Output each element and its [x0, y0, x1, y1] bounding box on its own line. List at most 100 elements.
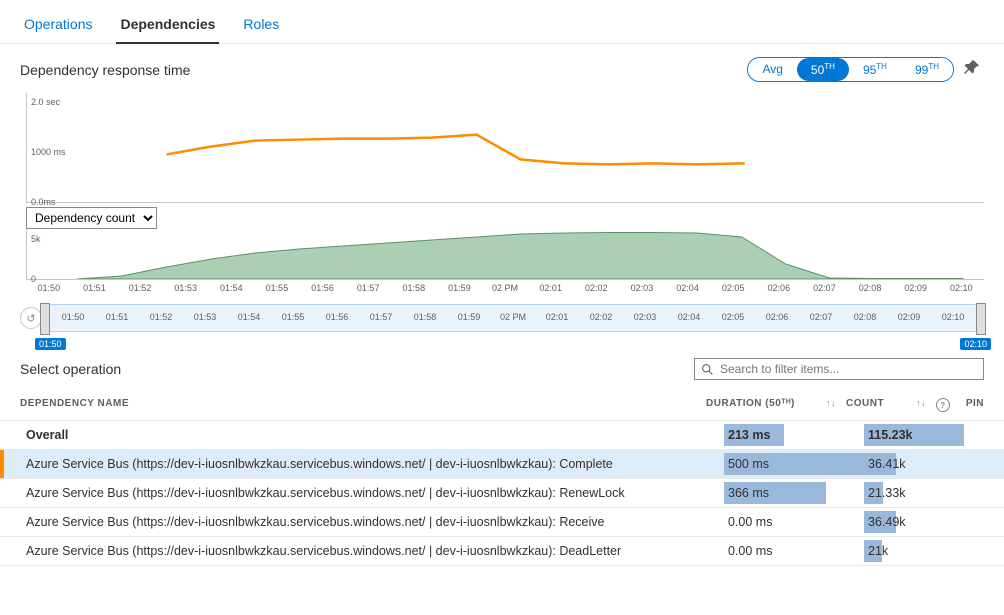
response-time-chart[interactable]: 2.0 sec 1000 ms 0.0ms	[26, 93, 984, 203]
selection-indicator	[0, 450, 4, 478]
duration-cell: 0.00 ms	[724, 544, 864, 558]
x-tick: 02:04	[667, 312, 711, 322]
x-tick: 01:50	[51, 312, 95, 322]
x-tick: 01:53	[163, 283, 209, 293]
x-tick: 02:01	[528, 283, 574, 293]
table-row[interactable]: Azure Service Bus (https://dev-i-iuosnlb…	[0, 450, 1004, 479]
x-tick: 02:02	[574, 283, 620, 293]
search-icon	[701, 363, 714, 376]
count-cell: 36.49k	[864, 515, 964, 529]
chart-header: Dependency response time Avg 50TH 95TH 9…	[0, 44, 1004, 87]
x-tick: 01:50	[26, 283, 72, 293]
x-tick: 01:57	[345, 283, 391, 293]
x-tick: 01:55	[254, 283, 300, 293]
percentile-toggle: Avg 50TH 95TH 99TH	[747, 57, 954, 82]
dep-name: Azure Service Bus (https://dev-i-iuosnlb…	[16, 515, 724, 529]
count-cell: 115.23k	[864, 428, 964, 442]
x-tick: 02:01	[535, 312, 579, 322]
x-tick: 02:08	[847, 283, 893, 293]
range-start-label: 01:50	[35, 338, 66, 350]
x-tick: 02:07	[799, 312, 843, 322]
range-end-label: 02:10	[960, 338, 991, 350]
line-path	[27, 93, 984, 202]
table-row[interactable]: Azure Service Bus (https://dev-i-iuosnlb…	[0, 508, 1004, 537]
table-row[interactable]: Azure Service Bus (https://dev-i-iuosnlb…	[0, 537, 1004, 566]
x-tick: 02:08	[843, 312, 887, 322]
count-chart[interactable]: 5k 0	[26, 229, 984, 279]
x-tick: 02:06	[756, 283, 802, 293]
count-cell: 36.41k	[864, 457, 964, 471]
x-axis: 01:5001:5101:5201:5301:5401:5501:5601:57…	[26, 279, 984, 296]
tab-operations[interactable]: Operations	[20, 10, 96, 43]
page-title: Dependency response time	[20, 62, 190, 78]
x-tick: 01:56	[300, 283, 346, 293]
pin-icon[interactable]	[960, 56, 984, 83]
range-handle-start[interactable]: 01:50	[40, 303, 50, 335]
x-tick: 01:55	[271, 312, 315, 322]
time-range-selector[interactable]: ↺ 01:5001:5101:5201:5301:5401:5501:5601:…	[20, 300, 984, 336]
x-tick: 02:05	[710, 283, 756, 293]
history-icon[interactable]: ↺	[20, 307, 42, 329]
count-dropdown[interactable]: Dependency count	[26, 207, 157, 229]
count-cell: 21k	[864, 544, 964, 558]
count-select[interactable]: Dependency count	[26, 207, 984, 229]
x-tick: 01:51	[72, 283, 118, 293]
x-tick: 01:52	[117, 283, 163, 293]
dep-name: Azure Service Bus (https://dev-i-iuosnlb…	[16, 544, 724, 558]
x-tick: 02:05	[711, 312, 755, 322]
x-tick: 01:58	[391, 283, 437, 293]
sort-icon[interactable]: ↑↓	[916, 398, 936, 412]
x-tick: 02 PM	[482, 283, 528, 293]
range-handle-end[interactable]: 02:10	[976, 303, 986, 335]
x-tick: 01:53	[183, 312, 227, 322]
duration-cell: 213 ms	[724, 428, 864, 442]
x-tick: 02:02	[579, 312, 623, 322]
sort-icon[interactable]: ↑↓	[826, 398, 846, 412]
x-tick: 01:57	[359, 312, 403, 322]
x-tick: 01:52	[139, 312, 183, 322]
x-tick: 02:04	[665, 283, 711, 293]
x-tick: 01:58	[403, 312, 447, 322]
table-header: DEPENDENCY NAME DURATION (50ᵀᴴ) ↑↓ COUNT…	[0, 388, 1004, 421]
dep-name: Overall	[16, 428, 724, 442]
help-icon[interactable]: ?	[936, 398, 950, 412]
x-tick: 01:51	[95, 312, 139, 322]
pill-50[interactable]: 50TH	[797, 58, 849, 81]
x-tick: 01:56	[315, 312, 359, 322]
x-tick: 02:10	[931, 312, 975, 322]
table-row[interactable]: Overall213 ms115.23k	[0, 421, 1004, 450]
tab-dependencies[interactable]: Dependencies	[116, 10, 219, 44]
table-row[interactable]: Azure Service Bus (https://dev-i-iuosnlb…	[0, 479, 1004, 508]
duration-cell: 0.00 ms	[724, 515, 864, 529]
x-tick: 02:09	[893, 283, 939, 293]
tab-roles[interactable]: Roles	[239, 10, 283, 43]
x-tick: 02:03	[619, 283, 665, 293]
x-tick: 01:54	[227, 312, 271, 322]
x-tick: 02:07	[802, 283, 848, 293]
search-box[interactable]	[694, 358, 984, 380]
range-track[interactable]: 01:5001:5101:5201:5301:5401:5501:5601:57…	[44, 304, 982, 332]
chart-area: 2.0 sec 1000 ms 0.0ms Dependency count 5…	[0, 93, 1004, 336]
select-op-title: Select operation	[20, 361, 121, 377]
x-tick: 01:54	[209, 283, 255, 293]
col-name[interactable]: DEPENDENCY NAME	[20, 398, 706, 412]
search-input[interactable]	[720, 362, 977, 376]
x-tick: 02 PM	[491, 312, 535, 322]
duration-cell: 500 ms	[724, 457, 864, 471]
pill-95[interactable]: 95TH	[849, 58, 901, 81]
pill-99[interactable]: 99TH	[901, 58, 953, 81]
duration-cell: 366 ms	[724, 486, 864, 500]
x-tick: 01:59	[437, 283, 483, 293]
count-cell: 21.33k	[864, 486, 964, 500]
col-pin: PIN	[954, 398, 984, 412]
col-duration[interactable]: DURATION (50ᵀᴴ)	[706, 398, 826, 412]
x-tick: 02:10	[939, 283, 985, 293]
area-path	[27, 229, 984, 279]
x-tick: 02:06	[755, 312, 799, 322]
pill-avg[interactable]: Avg	[748, 58, 796, 81]
col-count[interactable]: COUNT	[846, 398, 916, 412]
table-body: Overall213 ms115.23kAzure Service Bus (h…	[0, 421, 1004, 566]
x-tick: 01:59	[447, 312, 491, 322]
tab-bar: Operations Dependencies Roles	[0, 0, 1004, 44]
x-tick: 02:09	[887, 312, 931, 322]
